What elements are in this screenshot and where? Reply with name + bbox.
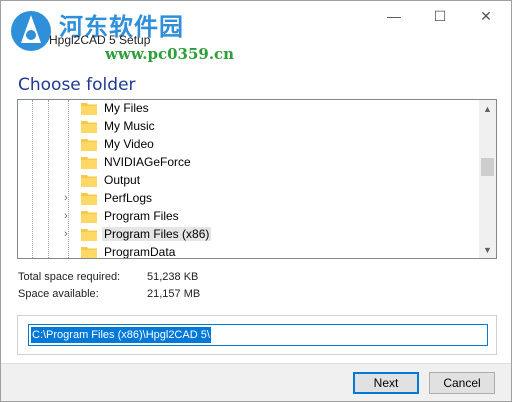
tree-item-label: Output — [104, 173, 141, 187]
folder-icon — [81, 229, 97, 241]
tree-item-label: NVIDIAGeForce — [104, 155, 191, 169]
tree-item[interactable]: ProgramData — [18, 243, 478, 259]
tree-item[interactable]: NVIDIAGeForce — [18, 153, 478, 171]
folder-icon — [81, 121, 97, 133]
maximize-button[interactable]: ☐ — [417, 1, 463, 31]
next-button[interactable]: Next — [353, 372, 419, 394]
scroll-thumb[interactable] — [481, 158, 494, 176]
install-path-text: C:\Program Files (x86)\Hpgl2CAD 5\ — [31, 327, 211, 343]
tree-item-label: My Files — [104, 101, 149, 115]
chevron-right-icon[interactable]: › — [64, 210, 74, 222]
scroll-up-button[interactable]: ▲ — [479, 100, 496, 117]
folder-icon — [81, 211, 97, 223]
folder-icon — [81, 175, 97, 187]
space-required-label: Total space required: — [18, 271, 121, 283]
folder-icon — [81, 139, 97, 151]
install-path-input[interactable]: C:\Program Files (x86)\Hpgl2CAD 5\ — [28, 324, 488, 346]
path-group: C:\Program Files (x86)\Hpgl2CAD 5\ — [17, 315, 497, 355]
chevron-right-icon[interactable]: › — [64, 228, 74, 240]
tree-item-label: My Music — [104, 119, 155, 133]
minimize-button[interactable]: — — [371, 1, 417, 31]
tree-item[interactable]: Output — [18, 171, 478, 189]
tree-item-label: Program Files (x86) — [102, 227, 212, 241]
tree-item[interactable]: › Program Files (x86) — [18, 225, 478, 243]
tree-item-label: Program Files — [104, 209, 179, 223]
tree-item[interactable]: › PerfLogs — [18, 189, 478, 207]
close-button[interactable]: ✕ — [463, 1, 509, 31]
tree-item-label: My Video — [104, 137, 154, 151]
title-bar: 河东软件园 Hpgl2CAD 5 Setup www.pc0359.cn — ☐… — [1, 1, 511, 63]
cancel-button[interactable]: Cancel — [429, 372, 495, 394]
folder-icon — [81, 193, 97, 205]
space-available-value: 21,157 MB — [147, 288, 201, 300]
tree-item[interactable]: › Program Files — [18, 207, 478, 225]
tree-item[interactable]: My Music — [18, 117, 478, 135]
vertical-scrollbar[interactable]: ▲ ▼ — [479, 100, 496, 258]
button-bar: Next Cancel — [1, 363, 511, 401]
scroll-down-button[interactable]: ▼ — [479, 241, 496, 258]
tree-item-label: ProgramData — [104, 245, 176, 259]
app-logo-icon — [11, 11, 51, 51]
folder-icon — [81, 157, 97, 169]
watermark-url: www.pc0359.cn — [105, 45, 235, 63]
folder-icon — [81, 247, 97, 258]
chevron-right-icon[interactable]: › — [64, 192, 74, 204]
tree-item-label: PerfLogs — [104, 191, 153, 205]
setup-window: 河东软件园 Hpgl2CAD 5 Setup www.pc0359.cn — ☐… — [0, 0, 512, 402]
folder-tree[interactable]: My Files My Music My Video NVIDIAGeForce Out… — [17, 99, 497, 259]
space-required-value: 51,238 KB — [147, 271, 199, 283]
folder-icon — [81, 103, 97, 115]
tree-item[interactable]: My Files — [18, 100, 478, 117]
tree-item[interactable]: My Video — [18, 135, 478, 153]
space-available-label: Space available: — [18, 288, 99, 300]
page-title: Choose folder — [18, 75, 136, 95]
